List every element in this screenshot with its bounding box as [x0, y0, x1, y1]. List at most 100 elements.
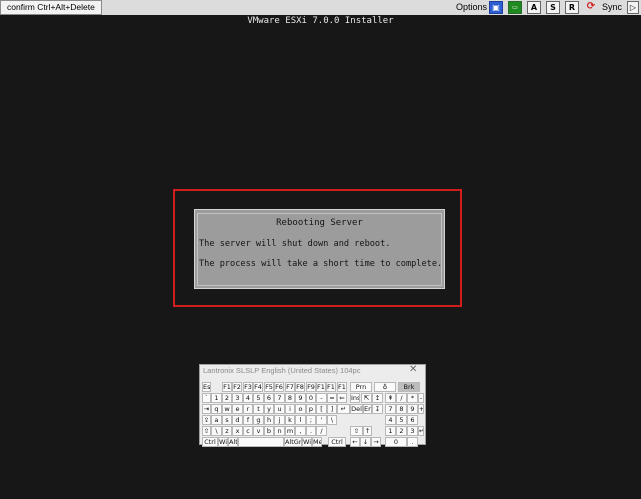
key[interactable]: \: [327, 415, 337, 425]
key[interactable]: 2: [396, 426, 407, 436]
key[interactable]: End: [363, 404, 372, 414]
key[interactable]: 2: [222, 393, 232, 403]
key[interactable]: l: [295, 415, 306, 425]
key[interactable]: 8: [285, 393, 295, 403]
key[interactable]: F9: [306, 382, 316, 392]
key[interactable]: 4: [243, 393, 253, 403]
key[interactable]: Win: [218, 437, 228, 447]
key[interactable]: `: [202, 393, 211, 403]
key[interactable]: 4: [385, 415, 396, 425]
key[interactable]: -: [316, 393, 327, 403]
key[interactable]: F3: [243, 382, 253, 392]
screen-icon[interactable]: ▭: [508, 1, 522, 14]
key[interactable]: ↑: [363, 426, 372, 436]
sync-icon[interactable]: ⟳: [584, 1, 598, 14]
key[interactable]: ⇧: [350, 426, 363, 436]
key[interactable]: →: [371, 437, 381, 447]
key[interactable]: +: [418, 404, 424, 414]
key[interactable]: a: [211, 415, 222, 425]
key[interactable]: =: [327, 393, 337, 403]
close-icon[interactable]: ✕: [409, 364, 417, 375]
font-r-icon[interactable]: R: [565, 1, 579, 14]
key[interactable]: 6: [264, 393, 274, 403]
key[interactable]: ↵: [418, 426, 424, 436]
key[interactable]: F10: [316, 382, 326, 392]
key[interactable]: Ctrl: [328, 437, 346, 447]
key[interactable]: [238, 437, 284, 447]
key[interactable]: \: [211, 426, 222, 436]
key[interactable]: ⇱: [361, 393, 372, 403]
key[interactable]: Menu: [312, 437, 322, 447]
key[interactable]: ⇪: [202, 415, 211, 425]
key[interactable]: 7: [385, 404, 396, 414]
key[interactable]: ↓: [360, 437, 371, 447]
key[interactable]: f: [243, 415, 253, 425]
key[interactable]: t: [253, 404, 264, 414]
sync-label[interactable]: Sync: [602, 0, 622, 15]
key[interactable]: 0: [385, 437, 407, 447]
key[interactable]: 3: [407, 426, 418, 436]
key[interactable]: 1: [211, 393, 222, 403]
font-s-icon[interactable]: S: [546, 1, 560, 14]
key[interactable]: Ctrl: [202, 437, 218, 447]
key[interactable]: ;: [306, 415, 316, 425]
key[interactable]: 9: [407, 404, 418, 414]
key[interactable]: ⇧: [202, 426, 211, 436]
key[interactable]: 5: [396, 415, 407, 425]
key[interactable]: 9: [295, 393, 306, 403]
key[interactable]: x: [232, 426, 243, 436]
key[interactable]: AltGr: [284, 437, 302, 447]
key[interactable]: F5: [264, 382, 274, 392]
key[interactable]: ↥: [372, 393, 383, 403]
more-icon[interactable]: ▷: [627, 1, 639, 14]
key[interactable]: Brk: [398, 382, 420, 392]
key[interactable]: Prn: [350, 382, 372, 392]
key[interactable]: e: [232, 404, 243, 414]
font-a-icon[interactable]: A: [527, 1, 541, 14]
key[interactable]: .: [407, 437, 418, 447]
key[interactable]: Win: [302, 437, 312, 447]
key[interactable]: b: [264, 426, 274, 436]
key[interactable]: Esc: [202, 382, 211, 392]
key[interactable]: w: [222, 404, 232, 414]
key[interactable]: F7: [285, 382, 295, 392]
key[interactable]: j: [274, 415, 285, 425]
key[interactable]: F8: [295, 382, 305, 392]
key[interactable]: F2: [232, 382, 242, 392]
key[interactable]: 6: [407, 415, 418, 425]
key[interactable]: [: [316, 404, 327, 414]
key[interactable]: /: [316, 426, 327, 436]
key[interactable]: 5: [253, 393, 264, 403]
key[interactable]: F11: [326, 382, 336, 392]
key[interactable]: ⇐: [337, 393, 347, 403]
key[interactable]: h: [264, 415, 274, 425]
key[interactable]: ⇥: [202, 404, 211, 414]
key[interactable]: 3: [232, 393, 243, 403]
key[interactable]: u: [274, 404, 285, 414]
key[interactable]: F12: [337, 382, 347, 392]
key[interactable]: Del: [350, 404, 363, 414]
key[interactable]: g: [253, 415, 264, 425]
key[interactable]: 1: [385, 426, 396, 436]
key[interactable]: ]: [327, 404, 337, 414]
key[interactable]: Ins: [350, 393, 360, 403]
key[interactable]: ': [316, 415, 327, 425]
key[interactable]: .: [306, 426, 316, 436]
key[interactable]: 7: [274, 393, 285, 403]
key[interactable]: q: [211, 404, 222, 414]
key[interactable]: ,: [295, 426, 306, 436]
key[interactable]: -: [418, 393, 424, 403]
key[interactable]: F4: [253, 382, 263, 392]
save-icon[interactable]: ▣: [489, 1, 503, 14]
key[interactable]: k: [285, 415, 295, 425]
key[interactable]: ↵: [337, 404, 350, 414]
ctrl-alt-delete-button[interactable]: confirm Ctrl+Alt+Delete: [0, 0, 102, 15]
key[interactable]: p: [306, 404, 316, 414]
key[interactable]: ♁: [374, 382, 396, 392]
key[interactable]: y: [264, 404, 274, 414]
key[interactable]: 8: [396, 404, 407, 414]
key[interactable]: F6: [274, 382, 284, 392]
key[interactable]: o: [295, 404, 306, 414]
key[interactable]: m: [285, 426, 295, 436]
key[interactable]: v: [253, 426, 264, 436]
